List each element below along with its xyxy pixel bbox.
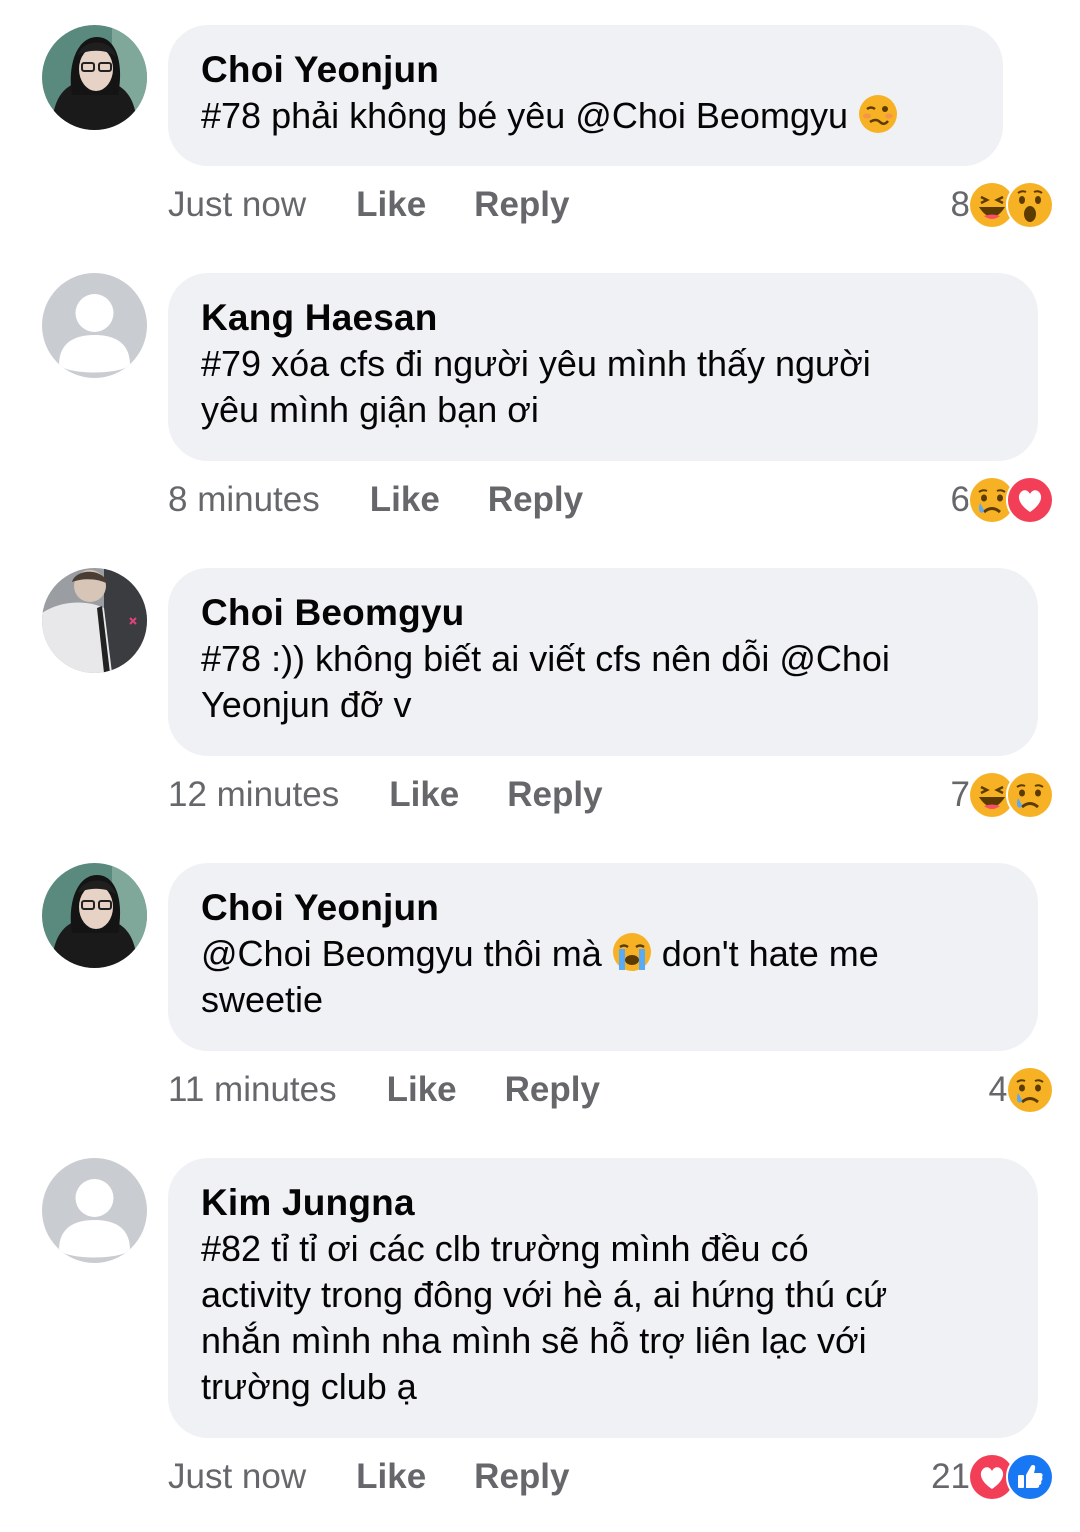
reply-button[interactable]: Reply (474, 1457, 569, 1497)
love-reaction-icon (1006, 476, 1054, 524)
reaction-count: 21 (931, 1457, 970, 1496)
avatar[interactable] (42, 1158, 147, 1263)
comment-text: #79 xóa cfs đi người yêu mình thấy người… (201, 343, 871, 430)
like-reaction-icon (1006, 1453, 1054, 1501)
avatar-photo-icon (42, 25, 147, 130)
sad-reaction-icon (1006, 1066, 1054, 1114)
comment-actions: Just now Like Reply (168, 182, 569, 228)
comment-author[interactable]: Choi Yeonjun (201, 47, 969, 93)
comment-bubble: Choi Beomgyu #78 :)) không biết ai viết … (168, 568, 1038, 756)
comment-text: @Choi Beomgyu thôi mà don't hate me swee… (201, 931, 1004, 1023)
avatar[interactable] (42, 273, 147, 378)
comment-author[interactable]: Kang Haesan (201, 295, 1004, 341)
reaction-summary[interactable]: 7 (951, 771, 1054, 819)
like-button[interactable]: Like (356, 1457, 426, 1497)
like-button[interactable]: Like (389, 775, 459, 815)
reply-button[interactable]: Reply (505, 1070, 600, 1110)
comment-actions: Just now Like Reply (168, 1454, 569, 1500)
reaction-summary[interactable]: 4 (989, 1066, 1054, 1114)
comment-author[interactable]: Choi Beomgyu (201, 590, 1004, 636)
reply-button[interactable]: Reply (507, 775, 602, 815)
avatar-photo-icon (42, 863, 147, 968)
avatar[interactable] (42, 568, 147, 673)
comment-bubble: Kim Jungna #82 tỉ tỉ ơi các clb trường m… (168, 1158, 1038, 1438)
comment-text-part: @Choi Beomgyu thôi mà (201, 933, 612, 974)
like-button[interactable]: Like (387, 1070, 457, 1110)
comment-bubble: Choi Yeonjun @Choi Beomgyu thôi mà don't… (168, 863, 1038, 1051)
default-avatar-icon (42, 1158, 147, 1263)
loudly-crying-face-icon (612, 932, 652, 972)
comment-timestamp[interactable]: 12 minutes (168, 775, 339, 815)
comment-bubble: Kang Haesan #79 xóa cfs đi người yêu mìn… (168, 273, 1038, 461)
comment-text: #82 tỉ tỉ ơi các clb trường mình đều có … (201, 1228, 888, 1407)
comment-actions: 12 minutes Like Reply (168, 772, 603, 818)
comment-actions: 8 minutes Like Reply (168, 477, 583, 523)
default-avatar-icon (42, 273, 147, 378)
reaction-summary[interactable]: 6 (951, 476, 1054, 524)
comment-timestamp[interactable]: 8 minutes (168, 480, 320, 520)
sad-reaction-icon (1006, 771, 1054, 819)
reply-button[interactable]: Reply (488, 480, 583, 520)
comment-timestamp[interactable]: Just now (168, 1457, 306, 1497)
reaction-summary[interactable]: 8 (951, 181, 1054, 229)
woozy-face-icon (858, 94, 898, 134)
reply-button[interactable]: Reply (474, 185, 569, 225)
comment-timestamp[interactable]: Just now (168, 185, 306, 225)
wow-reaction-icon (1006, 181, 1054, 229)
avatar[interactable] (42, 863, 147, 968)
comment-actions: 11 minutes Like Reply (168, 1067, 600, 1113)
comment-text: #78 :)) không biết ai viết cfs nên dỗi @… (201, 638, 890, 725)
avatar[interactable] (42, 25, 147, 130)
comment-text-part: #78 phải không bé yêu @Choi Beomgyu (201, 95, 858, 136)
like-button[interactable]: Like (356, 185, 426, 225)
comment-bubble: Choi Yeonjun #78 phải không bé yêu @Choi… (168, 25, 1003, 166)
like-button[interactable]: Like (370, 480, 440, 520)
comment-timestamp[interactable]: 11 minutes (168, 1070, 337, 1110)
comment-author[interactable]: Kim Jungna (201, 1180, 1004, 1226)
reaction-summary[interactable]: 21 (931, 1453, 1054, 1501)
comment-text: #78 phải không bé yêu @Choi Beomgyu (201, 93, 969, 139)
comment-author[interactable]: Choi Yeonjun (201, 885, 1004, 931)
avatar-photo-icon (42, 568, 147, 673)
